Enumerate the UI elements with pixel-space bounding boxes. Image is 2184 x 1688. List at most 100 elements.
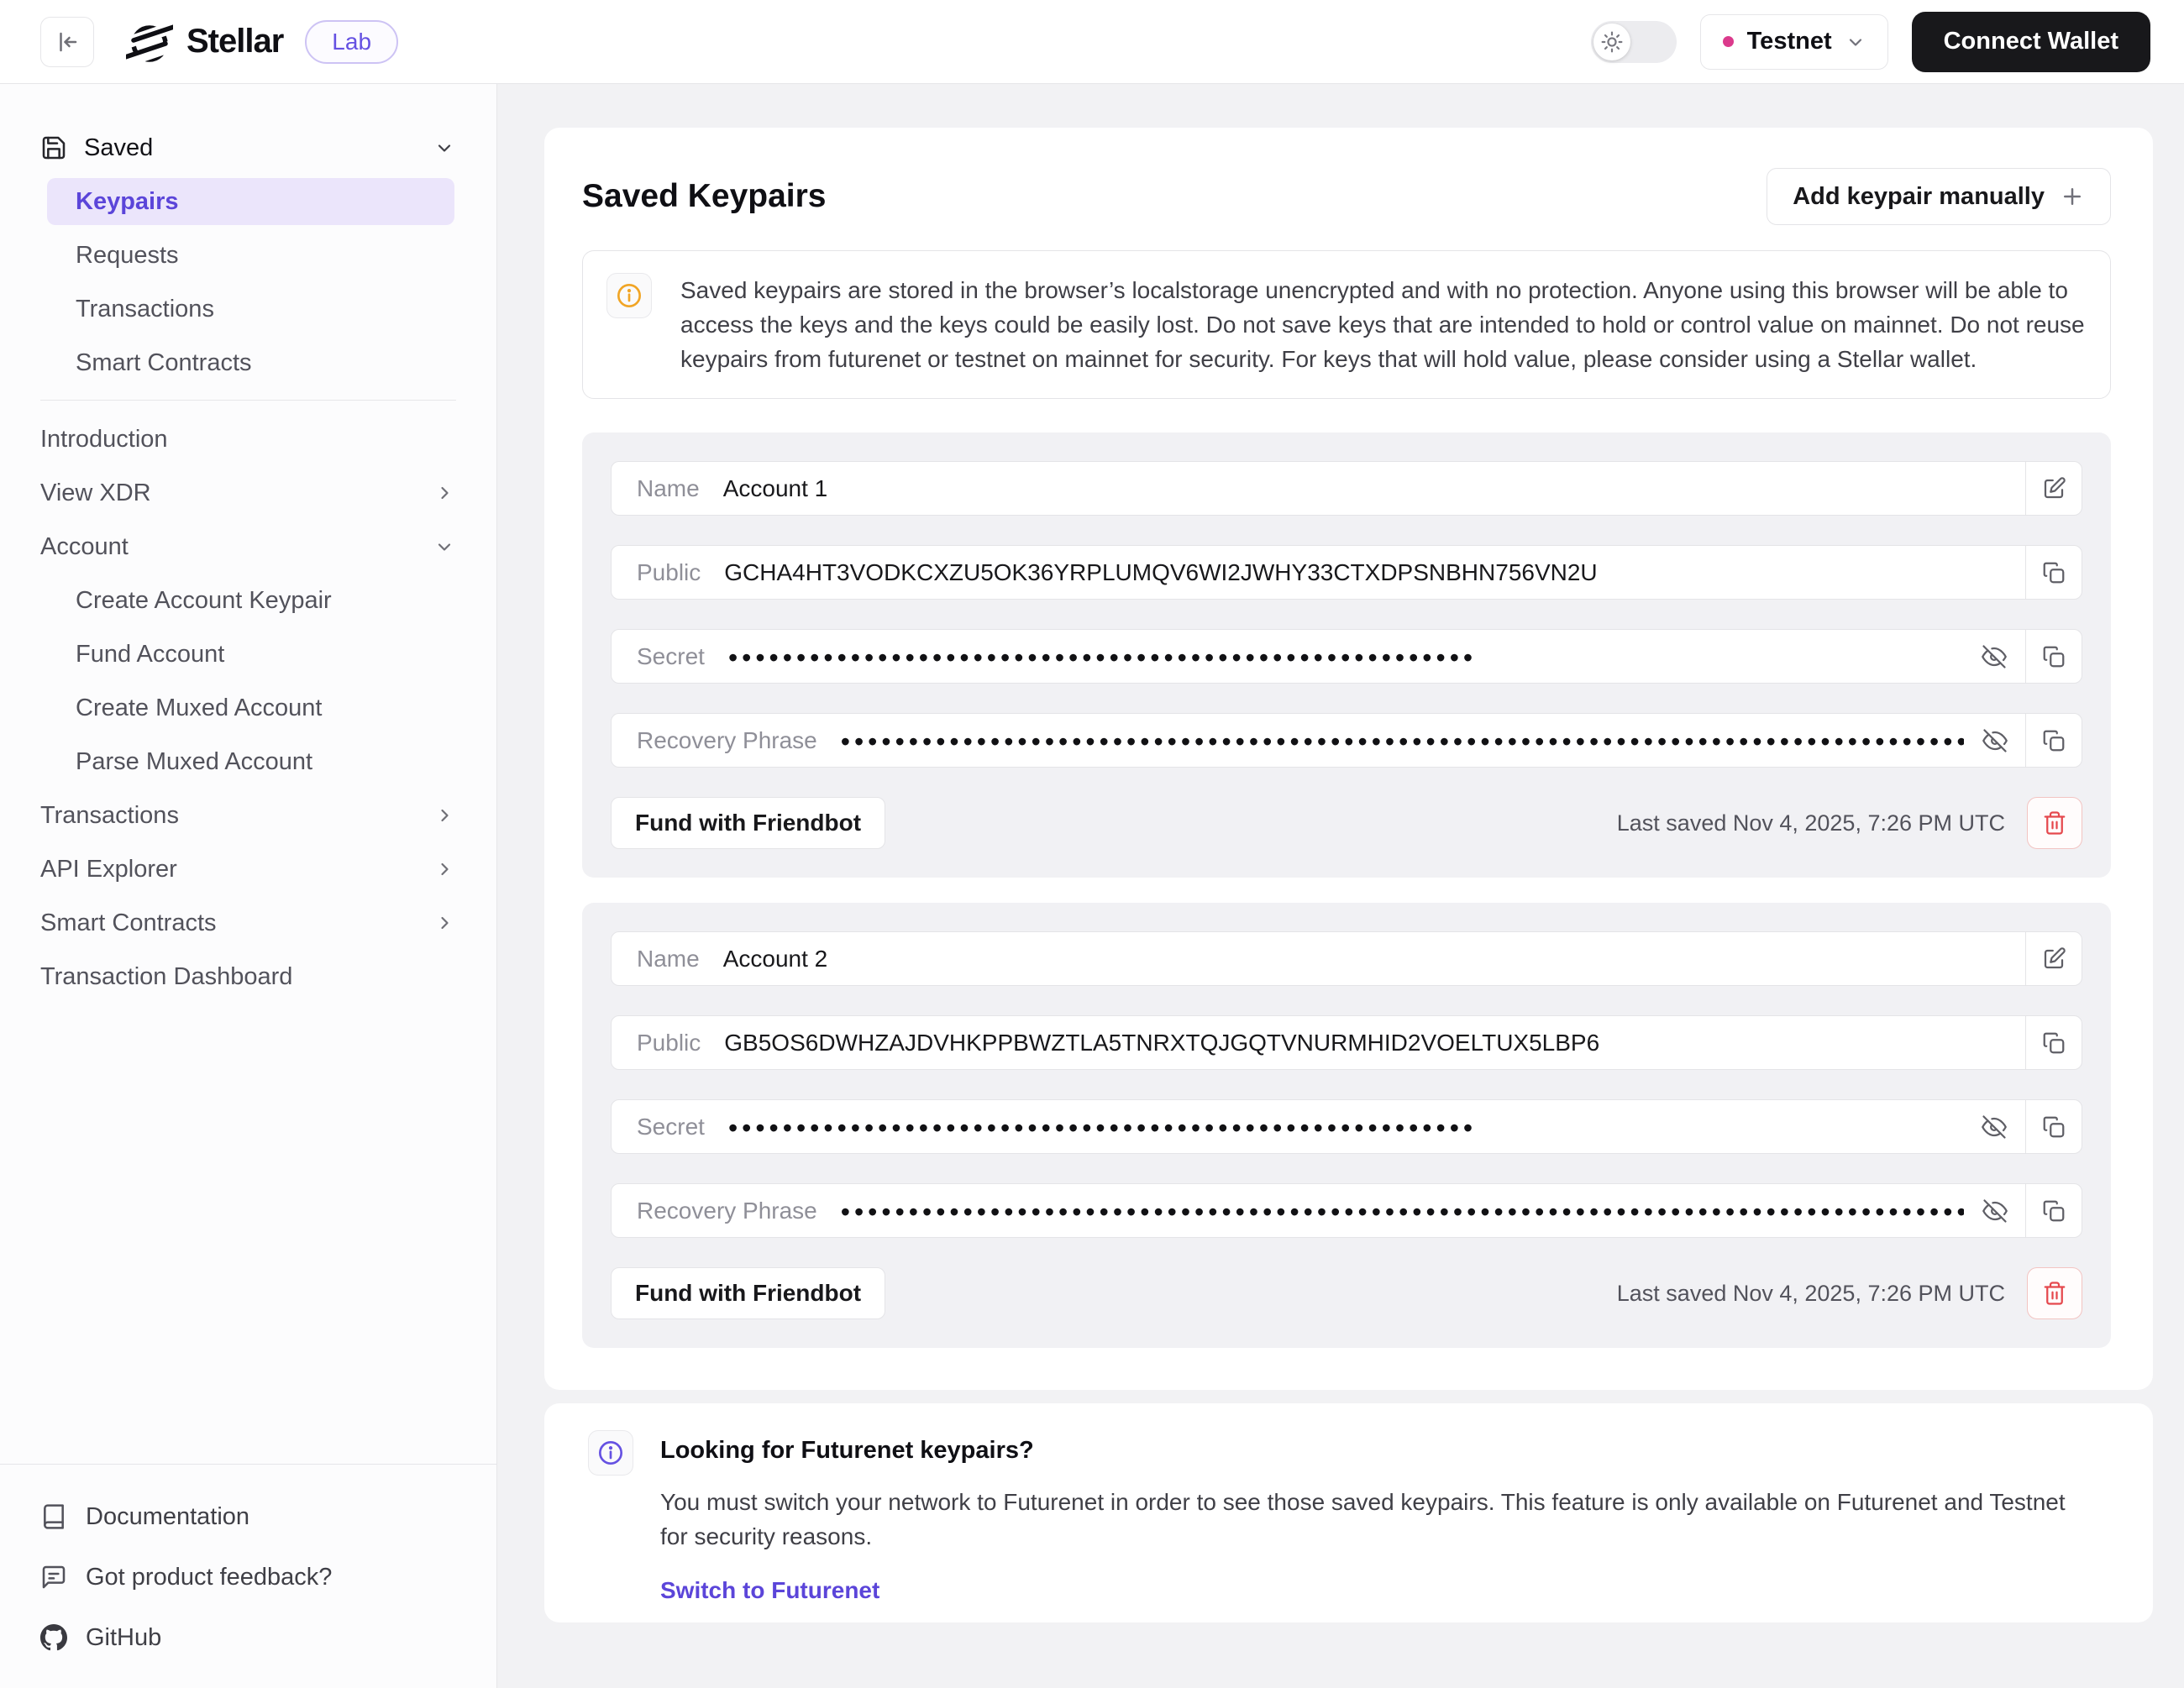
toggle-secret-visibility-button[interactable]	[1963, 1100, 2025, 1153]
keypair-card-account-1: Name Account 1 Public GCHA4HT3VODKCXZU5O…	[582, 432, 2111, 878]
sidebar-item-saved-transactions[interactable]: Transactions	[47, 282, 454, 336]
toggle-secret-visibility-button[interactable]	[1963, 630, 2025, 683]
sidebar-nav: Saved Keypairs Requests Transactions Sma…	[0, 84, 496, 1004]
brand-title: Stellar	[186, 23, 283, 60]
feedback-label: Got product feedback?	[86, 1564, 332, 1591]
toggle-recovery-visibility-button[interactable]	[1964, 1184, 2026, 1237]
sidebar-item-view-xdr[interactable]: View XDR	[0, 466, 496, 520]
chevron-down-icon	[1845, 32, 1866, 52]
public-key-value: GCHA4HT3VODKCXZU5OK36YRPLUMQV6WI2JWHY33C…	[724, 559, 1597, 586]
copy-icon	[2041, 560, 2066, 585]
sidebar-item-create-account-keypair[interactable]: Create Account Keypair	[47, 574, 454, 627]
warning-text: Saved keypairs are stored in the browser…	[680, 273, 2087, 376]
trash-icon	[2042, 810, 2067, 836]
sidebar-item-saved[interactable]: Saved	[0, 121, 496, 175]
copy-public-key-button[interactable]	[2026, 1016, 2082, 1069]
saved-keypairs-card: Saved Keypairs Add keypair manually Save…	[544, 128, 2153, 1390]
delete-keypair-button[interactable]	[2027, 1267, 2082, 1319]
add-keypair-button[interactable]: Add keypair manually	[1767, 168, 2111, 225]
sidebar-item-requests[interactable]: Requests	[47, 228, 454, 282]
recovery-phrase-masked-value: ••••••••••••••••••••••••••••••••••••••••…	[841, 1197, 1964, 1225]
plus-icon	[2060, 184, 2085, 209]
secret-key-label: Secret	[637, 643, 705, 670]
copy-secret-key-button[interactable]	[2026, 1100, 2082, 1153]
name-field-row: Name Account 1	[611, 461, 2082, 516]
fund-with-friendbot-button[interactable]: Fund with Friendbot	[611, 1267, 885, 1319]
toggle-recovery-visibility-button[interactable]	[1964, 714, 2026, 767]
secret-key-row: Secret •••••••••••••••••••••••••••••••••…	[611, 629, 2082, 684]
last-saved-timestamp: Last saved Nov 4, 2025, 7:26 PM UTC	[1617, 810, 2005, 836]
public-key-value: GB5OS6DWHZAJDVHKPPBWZTLA5TNRXTQJGQTVNURM…	[724, 1030, 1599, 1056]
trash-icon	[2042, 1281, 2067, 1306]
sidebar-item-keypairs[interactable]: Keypairs	[47, 178, 454, 225]
eye-off-icon	[1982, 728, 2008, 753]
sidebar-item-parse-muxed-account[interactable]: Parse Muxed Account	[47, 735, 454, 789]
public-key-row: Public GB5OS6DWHZAJDVHKPPBWZTLA5TNRXTQJG…	[611, 1015, 2082, 1070]
edit-icon	[2041, 946, 2066, 972]
sun-icon	[1601, 31, 1623, 53]
connect-wallet-button[interactable]: Connect Wallet	[1912, 12, 2150, 72]
sidebar-item-transaction-dashboard[interactable]: Transaction Dashboard	[0, 950, 496, 1004]
copy-recovery-phrase-button[interactable]	[2026, 1184, 2082, 1237]
network-selector[interactable]: Testnet	[1700, 14, 1888, 70]
copy-recovery-phrase-button[interactable]	[2026, 714, 2082, 767]
public-key-row: Public GCHA4HT3VODKCXZU5OK36YRPLUMQV6WI2…	[611, 545, 2082, 600]
sidebar-item-label: Keypairs	[76, 188, 179, 216]
recovery-phrase-row: Recovery Phrase ••••••••••••••••••••••••…	[611, 1183, 2082, 1238]
switch-to-futurenet-link[interactable]: Switch to Futurenet	[660, 1577, 2088, 1604]
fund-with-friendbot-button[interactable]: Fund with Friendbot	[611, 797, 885, 849]
copy-secret-key-button[interactable]	[2026, 630, 2082, 683]
sidebar-item-fund-account[interactable]: Fund Account	[47, 627, 454, 681]
chevron-down-icon	[434, 138, 454, 158]
keypair-card-account-2: Name Account 2 Public GB5OS6DWHZAJDVHKPP…	[582, 903, 2111, 1348]
secret-key-label: Secret	[637, 1114, 705, 1140]
copy-icon	[2041, 1030, 2066, 1056]
name-field-label: Name	[637, 475, 700, 502]
header-actions: Testnet Connect Wallet	[1591, 12, 2150, 72]
sidebar-item-label: Parse Muxed Account	[76, 748, 312, 776]
sidebar-item-introduction[interactable]: Introduction	[0, 412, 496, 466]
sidebar-item-label: Transaction Dashboard	[40, 963, 292, 991]
save-icon	[40, 134, 69, 161]
sidebar-item-label: Fund Account	[76, 641, 224, 668]
edit-icon	[2041, 476, 2066, 501]
sidebar-item-transactions[interactable]: Transactions	[0, 789, 496, 842]
name-field-row: Name Account 2	[611, 931, 2082, 986]
documentation-link[interactable]: Documentation	[40, 1486, 456, 1547]
feedback-link[interactable]: Got product feedback?	[40, 1547, 456, 1607]
sidebar-item-create-muxed-account[interactable]: Create Muxed Account	[47, 681, 454, 735]
recovery-phrase-label: Recovery Phrase	[637, 1198, 817, 1224]
lab-badge: Lab	[305, 20, 398, 64]
sidebar-item-label: Smart Contracts	[40, 910, 217, 937]
documentation-label: Documentation	[86, 1503, 249, 1531]
sidebar-item-label: Requests	[76, 242, 179, 270]
github-link[interactable]: GitHub	[40, 1607, 456, 1668]
edit-name-button[interactable]	[2026, 932, 2082, 985]
chevron-right-icon	[434, 483, 454, 503]
last-saved-timestamp: Last saved Nov 4, 2025, 7:26 PM UTC	[1617, 1281, 2005, 1307]
edit-name-button[interactable]	[2026, 462, 2082, 515]
sidebar-item-account[interactable]: Account	[0, 520, 496, 574]
network-status-dot	[1723, 36, 1734, 47]
header: Stellar Lab Testnet Connect Wallet	[0, 0, 2184, 84]
add-keypair-label: Add keypair manually	[1793, 183, 2045, 211]
secret-key-masked-value: ••••••••••••••••••••••••••••••••••••••••…	[728, 642, 1477, 671]
stellar-logo[interactable]: Stellar	[126, 18, 283, 66]
sidebar-item-api-explorer[interactable]: API Explorer	[0, 842, 496, 896]
copy-public-key-button[interactable]	[2026, 546, 2082, 599]
collapse-sidebar-button[interactable]	[40, 17, 94, 67]
sidebar-item-label: Account	[40, 533, 129, 561]
chevron-right-icon	[434, 805, 454, 826]
sidebar-divider	[40, 400, 456, 401]
futurenet-body: You must switch your network to Futurene…	[660, 1485, 2088, 1554]
theme-toggle[interactable]	[1591, 21, 1677, 63]
sidebar-item-saved-smart-contracts[interactable]: Smart Contracts	[47, 336, 454, 390]
delete-keypair-button[interactable]	[2027, 797, 2082, 849]
futurenet-info-icon	[588, 1430, 633, 1476]
sidebar-item-label: Transactions	[40, 802, 179, 830]
sidebar-item-smart-contracts[interactable]: Smart Contracts	[0, 896, 496, 950]
recovery-phrase-label: Recovery Phrase	[637, 727, 817, 754]
chevron-right-icon	[434, 913, 454, 933]
main-content: Saved Keypairs Add keypair manually Save…	[497, 84, 2184, 1688]
sidebar-item-label: Create Muxed Account	[76, 695, 322, 722]
